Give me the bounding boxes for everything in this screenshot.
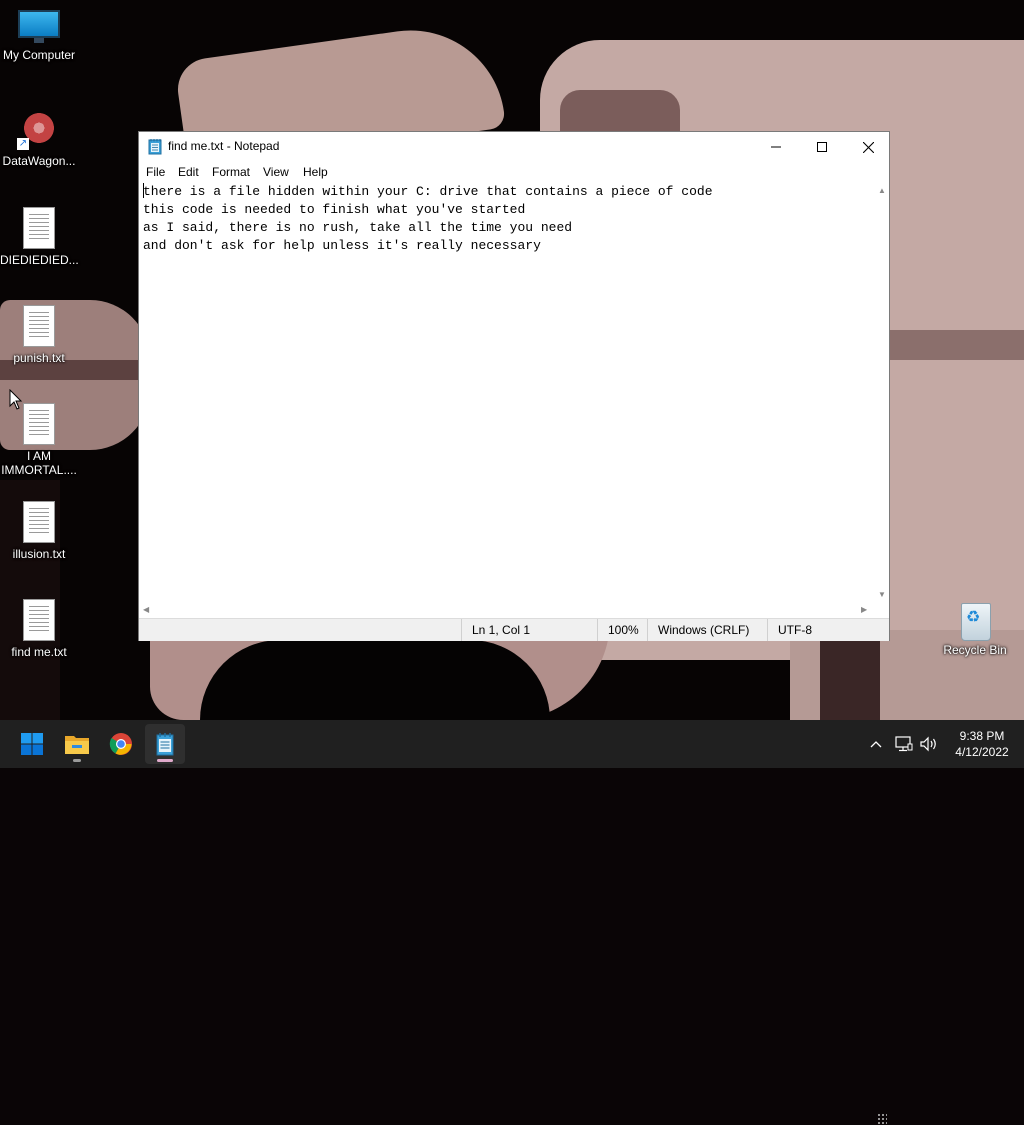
status-cursor-position: Ln 1, Col 1 [461,619,597,641]
status-zoom: 100% [597,619,647,641]
menu-format[interactable]: Format [212,165,250,179]
desktop-icon-label: DataWagon... [2,154,76,168]
taskbar: 9:38 PM 4/12/2022 [0,720,1024,768]
network-icon [895,736,913,752]
title-bar[interactable]: find me.txt - Notepad [139,132,889,162]
clock-time: 9:38 PM [959,729,1005,743]
minimize-icon [771,146,781,148]
desktop-icon-label: DIEDIEDIED... [0,253,79,267]
close-icon [862,141,874,153]
desktop-icon-datawagon[interactable]: ↗ DataWagon... [0,110,78,168]
text-line: as I said, there is no rush, take all th… [143,220,573,235]
menu-bar: File Edit Format View Help [139,162,889,182]
desktop-icon-label: find me.txt [11,645,67,659]
desktop-icon-recycle-bin[interactable]: ♻ Recycle Bin [936,599,1014,657]
chrome-button[interactable] [101,724,141,764]
text-line: this code is needed to finish what you'v… [143,202,526,217]
scroll-up-icon[interactable]: ▲ [878,186,886,195]
chevron-up-icon [870,741,882,748]
text-file-icon [23,207,55,249]
scroll-down-icon[interactable]: ▼ [878,590,886,599]
text-file-icon [23,599,55,641]
status-encoding: UTF-8 [767,619,877,641]
resize-grip-icon[interactable] [877,1113,887,1125]
text-line-content: there is a file hidden within your C: dr… [143,184,713,199]
close-button[interactable] [845,132,891,162]
notepad-taskbar-button[interactable] [145,724,185,764]
volume-icon [920,736,936,752]
mouse-cursor-icon [9,389,23,410]
running-indicator [73,759,81,762]
text-line: there is a file hidden within your C: dr… [143,183,875,201]
show-hidden-icons-button[interactable] [866,720,886,768]
file-explorer-icon [65,736,89,754]
minimize-button[interactable] [753,132,799,162]
desktop-icon-i-am-immortal[interactable]: I AM IMMORTAL.... [0,403,78,477]
maximize-icon [817,142,827,152]
menu-file[interactable]: File [146,165,165,179]
recycle-bin-icon: ♻ [958,599,992,641]
taskbar-clock[interactable]: 9:38 PM 4/12/2022 [944,728,1020,760]
desktop-icon-label: illusion.txt [12,547,66,561]
desktop-icon-find-me[interactable]: find me.txt [0,599,78,659]
window-title: find me.txt - Notepad [168,139,280,153]
horizontal-scrollbar[interactable]: ◀ ▶ [139,604,875,618]
volume-button[interactable] [918,720,940,768]
network-button[interactable] [892,720,916,768]
desktop-icon-label: punish.txt [13,351,65,365]
menu-help[interactable]: Help [303,165,328,179]
vertical-scrollbar[interactable]: ▲ ▼ [875,182,889,604]
text-file-icon [23,305,55,347]
chrome-icon [109,733,132,755]
maximize-button[interactable] [799,132,845,162]
desktop-icon-label: My Computer [2,48,76,62]
computer-icon [18,10,60,44]
datawagon-shortcut-icon: ↗ [17,110,61,150]
clock-date: 4/12/2022 [955,745,1009,759]
status-bar: Ln 1, Col 1 100% Windows (CRLF) UTF-8 [139,618,889,1125]
scroll-right-icon[interactable]: ▶ [861,605,867,614]
start-icon [21,733,43,755]
desktop-icon-my-computer[interactable]: My Computer [0,10,78,62]
notepad-icon [156,733,174,756]
text-editor[interactable]: there is a file hidden within your C: dr… [139,182,875,604]
start-button[interactable] [12,724,52,764]
text-file-icon [23,501,55,543]
desktop-icon-punish[interactable]: punish.txt [0,305,78,365]
menu-view[interactable]: View [263,165,289,179]
desktop-icon-label: I AM IMMORTAL.... [1,449,77,477]
active-indicator [157,759,173,762]
desktop-icon-illusion[interactable]: illusion.txt [0,501,78,561]
menu-edit[interactable]: Edit [178,165,199,179]
desktop-icon-diediedied[interactable]: DIEDIEDIED... [0,207,79,267]
scroll-left-icon[interactable]: ◀ [143,605,149,614]
text-line: and don't ask for help unless it's reall… [143,238,541,253]
notepad-app-icon [148,139,162,155]
notepad-window[interactable]: find me.txt - Notepad File Edit Format V… [138,131,890,1125]
status-line-endings: Windows (CRLF) [647,619,767,641]
file-explorer-button[interactable] [57,724,97,764]
desktop-icon-label: Recycle Bin [943,643,1007,657]
text-file-icon [23,403,55,445]
